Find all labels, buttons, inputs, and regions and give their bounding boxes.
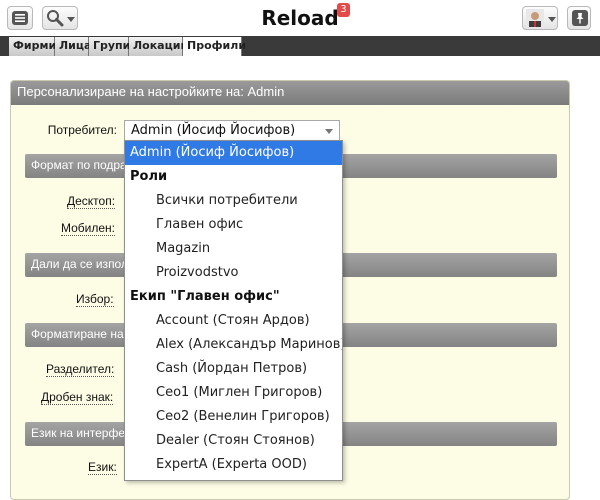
mobile-label: Мобилен: [61,221,116,236]
chevron-down-icon [548,17,556,22]
dropdown-option[interactable]: Ceo1 (Миглен Григоров) [125,381,342,405]
dropdown-group-roles: Роли [130,169,168,184]
app-title-container: Reload 3 [261,3,350,30]
dropdown-option[interactable]: Ceo2 (Венелин Григоров) [125,405,342,429]
dropdown-option-selected[interactable]: Admin (Йосиф Йосифов) [125,141,342,165]
tab-groups[interactable]: Групи [89,37,130,56]
language-label: Език: [88,460,117,475]
user-label: Потребител: [47,123,117,137]
chevron-down-icon [325,129,333,134]
dropdown-option[interactable]: ExpertA (Experta OOD) [125,453,342,477]
user-dropdown-list[interactable]: Admin (Йосиф Йосифов) Роли Всички потреб… [124,140,343,481]
notification-badge[interactable]: 3 [337,3,350,17]
avatar [526,9,544,27]
choice-label: Избор: [76,292,114,307]
top-bar: Reload 3 [0,0,600,36]
decimal-sign-label: Дробен знак: [41,390,114,405]
dropdown-option[interactable]: Dealer (Стоян Стоянов) [125,429,342,453]
dropdown-option[interactable]: Magazin [125,237,342,261]
desktop-label: Десктоп: [67,194,116,209]
dropdown-option[interactable]: Alex (Александър Маринов) [125,333,342,357]
dropdown-option[interactable]: Главен офис [125,213,342,237]
dropdown-option[interactable]: Proizvodstvo [125,261,342,285]
user-select-value: Admin (Йосиф Йосифов) [131,123,296,138]
separator-label: Разделител: [46,362,115,377]
user-select[interactable]: Admin (Йосиф Йосифов) [124,120,340,141]
tab-persons[interactable]: Лица [55,37,91,56]
app-title: Reload [261,6,339,30]
pin-button[interactable] [567,6,591,30]
title-wrapper: Reload 3 [0,3,600,30]
dropdown-option[interactable]: Всички потребители [125,189,342,213]
dropdown-option[interactable]: Cash (Йордан Петров) [125,357,342,381]
dropdown-group-team: Екип "Главен офис" [130,289,280,304]
tab-bar: Фирми Лица Групи Локации Профили [0,36,600,56]
user-avatar-icon [526,9,544,27]
pin-icon [572,10,588,26]
tab-locations[interactable]: Локации [129,37,188,56]
tab-profiles[interactable]: Профили [183,37,246,56]
panel-title: Персонализиране на настройките на: Admin [11,81,569,105]
tab-firms[interactable]: Фирми [9,37,56,56]
user-menu-button[interactable] [522,6,558,30]
dropdown-option[interactable]: Account (Стоян Ардов) [125,309,342,333]
